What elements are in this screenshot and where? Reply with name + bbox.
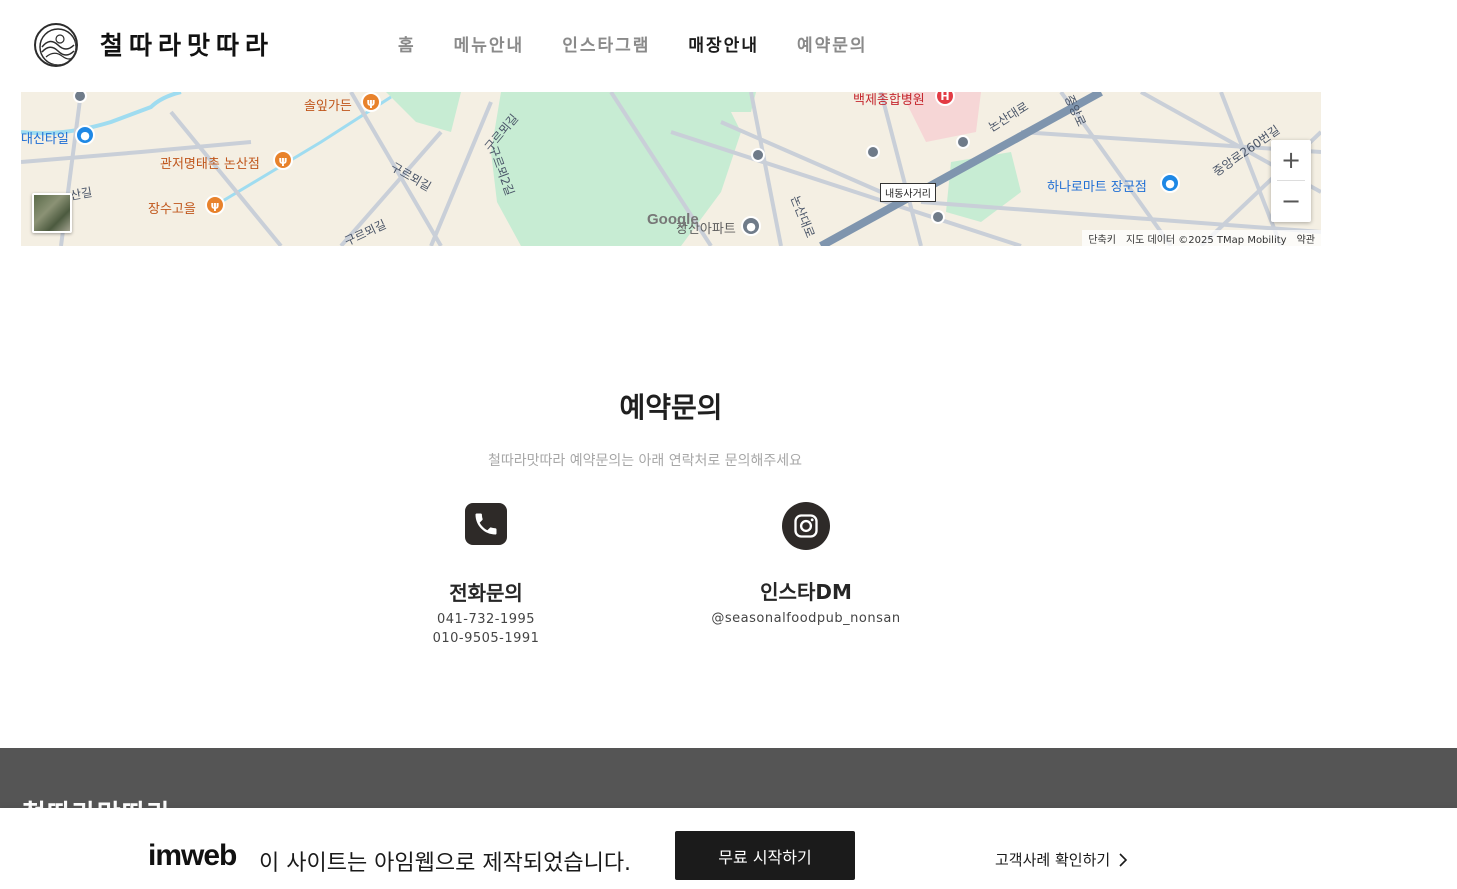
shopping-pin-icon[interactable]: ● — [75, 125, 95, 145]
keyboard-shortcuts-link[interactable]: 단축키 — [1088, 231, 1116, 246]
bus-stop-icon[interactable] — [866, 145, 880, 159]
place-pin-icon[interactable]: ● — [741, 216, 761, 236]
site-name[interactable]: 철따라맛따라 — [100, 26, 274, 62]
instagram-handle[interactable]: @seasonalfoodpub_nonsan — [676, 611, 936, 626]
circle-emblem-icon[interactable] — [34, 23, 78, 67]
store-map[interactable]: 대신타일 ● 솔잎가든 ψ 관저명태촌 논산점 ψ 장수고을 ψ 백제종합병원 … — [21, 92, 1321, 246]
restaurant-pin-icon[interactable]: ψ — [361, 92, 381, 112]
nav-reservation[interactable]: 예약문의 — [797, 31, 868, 56]
map-label-gwanjeo: 관저명태촌 논산점 — [160, 157, 260, 172]
google-logo: Google — [647, 211, 699, 228]
intersection-sign: 내동사거리 — [880, 183, 936, 202]
restaurant-pin-icon[interactable]: ψ — [273, 150, 293, 170]
map-attribution: 단축키 지도 데이터 ©2025 TMap Mobility 약관 — [1082, 230, 1321, 246]
main-nav: 홈 메뉴안내 인스타그램 매장안내 예약문의 — [398, 31, 906, 56]
map-data-text: 지도 데이터 ©2025 TMap Mobility — [1125, 235, 1287, 246]
zoom-in-button[interactable]: + — [1271, 140, 1311, 180]
imweb-banner: imweb 이 사이트는 아임웹으로 제작되었습니다. 무료 시작하기 고객사례… — [0, 808, 1457, 889]
customer-cases-link[interactable]: 고객사례 확인하기 — [995, 849, 1128, 870]
satellite-view-toggle[interactable] — [32, 193, 72, 233]
phone-contact-title: 전화문의 — [449, 581, 523, 605]
reservation-subtitle: 철따라맛따라 예약문의는 아래 연락처로 문의해주세요 — [487, 453, 803, 469]
bus-stop-icon[interactable] — [931, 210, 945, 224]
nav-store-info[interactable]: 매장안내 — [688, 31, 759, 56]
zoom-out-button[interactable]: − — [1271, 181, 1311, 221]
phone-number[interactable]: 041-732-1995 — [356, 612, 616, 627]
instagram-contact-title: 인스타DM — [760, 580, 852, 604]
phone-icon[interactable] — [465, 503, 507, 545]
nav-instagram[interactable]: 인스타그램 — [562, 31, 650, 56]
bus-stop-icon[interactable] — [956, 135, 970, 149]
bus-stop-icon[interactable] — [751, 148, 765, 162]
map-label-sol-garden: 솔잎가든 — [304, 99, 352, 114]
reservation-title: 예약문의 — [619, 391, 723, 424]
imweb-message: 이 사이트는 아임웹으로 제작되었습니다. — [259, 851, 632, 876]
phone-contact: 전화문의 041-732-1995 010-9505-1991 — [356, 503, 616, 646]
customer-cases-label: 고객사례 확인하기 — [995, 851, 1111, 869]
map-label-baekje: 백제종합병원 — [853, 93, 925, 108]
map-label-jangsu: 장수고을 — [148, 202, 196, 217]
instagram-icon[interactable] — [782, 502, 830, 550]
map-label-daeshin: 대신타일 — [21, 132, 69, 147]
map-label-hanaro: 하나로마트 장군점 — [1047, 180, 1147, 195]
site-header: 철따라맛따라 홈 메뉴안내 인스타그램 매장안내 예약문의 — [0, 0, 1457, 92]
phone-number[interactable]: 010-9505-1991 — [356, 631, 616, 646]
terms-link[interactable]: 약관 — [1297, 231, 1315, 246]
imweb-logo[interactable]: imweb — [148, 839, 237, 873]
instagram-contact: 인스타DM @seasonalfoodpub_nonsan — [676, 502, 936, 626]
restaurant-pin-icon[interactable]: ψ — [205, 195, 225, 215]
free-start-button[interactable]: 무료 시작하기 — [675, 831, 855, 880]
zoom-controls: + − — [1271, 140, 1311, 222]
shopping-pin-icon[interactable]: ● — [1160, 173, 1180, 193]
nav-menu[interactable]: 메뉴안내 — [454, 31, 525, 56]
chevron-right-icon — [1119, 852, 1128, 867]
nav-home[interactable]: 홈 — [398, 31, 416, 56]
